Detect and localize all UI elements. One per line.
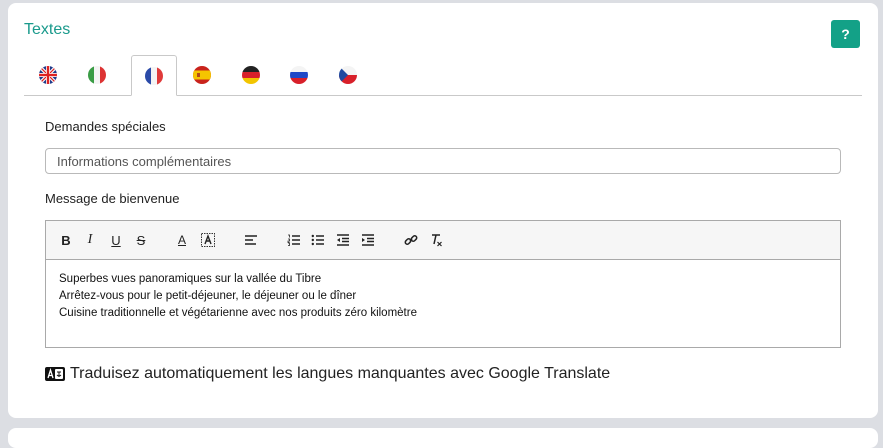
czech-flag-icon (339, 66, 357, 84)
link-icon[interactable] (403, 232, 419, 248)
ordered-list-icon[interactable] (286, 232, 302, 248)
tab-ru[interactable] (276, 55, 322, 95)
language-tabs (24, 55, 862, 96)
auto-translate-label: Traduisez automatiquement les langues ma… (70, 365, 611, 382)
align-left-icon[interactable] (243, 232, 259, 248)
editor-line: Arrêtez-vous pour le petit-déjeuner, le … (59, 290, 357, 302)
tab-cz[interactable] (325, 55, 371, 95)
help-button[interactable]: ? (831, 20, 860, 48)
background-color-icon[interactable] (200, 232, 216, 248)
france-flag-icon (145, 66, 163, 85)
editor-line: Cuisine traditionnelle et végétarienne a… (59, 307, 417, 319)
strikethrough-button[interactable]: S (133, 232, 149, 248)
special-requests-label: Demandes spéciales (45, 119, 166, 134)
translate-icon (45, 367, 65, 381)
editor-toolbar: B I U S A (46, 221, 840, 260)
welcome-message-label: Message de bienvenue (45, 191, 180, 206)
germany-flag-icon (242, 66, 260, 84)
uk-flag-icon (39, 66, 57, 84)
indent-icon[interactable] (360, 232, 376, 248)
texts-panel: Textes ? Demandes spéciales Informations… (8, 3, 878, 418)
welcome-message-editor: B I U S A Superbes vues panoramiques sur… (45, 220, 841, 348)
editor-content[interactable]: Superbes vues panoramiques sur la vallée… (46, 260, 840, 333)
tab-es[interactable] (179, 55, 225, 95)
clear-format-icon[interactable] (428, 232, 444, 248)
spain-flag-icon (193, 66, 211, 84)
tab-de[interactable] (228, 55, 274, 95)
underline-button[interactable]: U (108, 232, 124, 248)
bold-button[interactable]: B (58, 232, 74, 248)
special-requests-input[interactable] (45, 148, 841, 174)
tab-en[interactable] (25, 55, 71, 95)
outdent-icon[interactable] (335, 232, 351, 248)
section-title: Textes (24, 21, 71, 38)
text-color-button[interactable]: A (174, 232, 190, 248)
editor-line: Superbes vues panoramiques sur la vallée… (59, 273, 322, 285)
tab-fr[interactable] (131, 55, 177, 96)
bullet-list-icon[interactable] (310, 232, 326, 248)
russia-flag-icon (290, 66, 308, 84)
tab-it[interactable] (74, 55, 120, 95)
auto-translate-link[interactable]: Traduisez automatiquement les langues ma… (45, 365, 610, 383)
next-panel (8, 428, 878, 448)
italic-button[interactable]: I (82, 232, 98, 248)
italy-flag-icon (88, 66, 106, 84)
